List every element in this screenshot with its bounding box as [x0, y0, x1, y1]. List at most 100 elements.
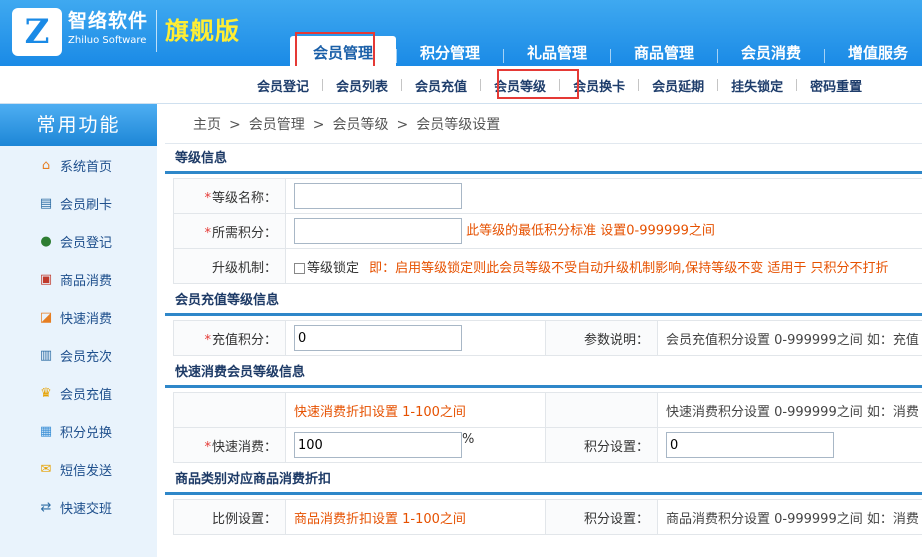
main-nav-value-added[interactable]: 增值服务	[825, 36, 922, 66]
sidebar-item-sms-send[interactable]: ✉ 短信发送	[0, 450, 157, 488]
chart-icon: ◪	[39, 309, 53, 325]
recharge-points-cell	[285, 320, 546, 356]
ratio-setting-label: 比例设置：	[173, 499, 286, 535]
category-discount-hint: 商品消费折扣设置 1-100之间	[285, 499, 546, 535]
empty-cell	[173, 392, 286, 428]
quick-discount-hint: 快速消费折扣设置 1-100之间	[285, 392, 546, 428]
quick-points-label: 积分设置：	[545, 427, 658, 463]
user-switch-icon: ⇄	[40, 499, 52, 515]
breadcrumb-member-level[interactable]: 会员等级	[332, 117, 388, 133]
sidebar-item-label: 会员充次	[60, 349, 113, 365]
main-content: 主页 > 会员管理 > 会员等级 > 会员等级设置 等级信息 *等级名称： *所需积分： 此…	[165, 104, 922, 557]
sidebar-item-quick-shift[interactable]: ⇄ 快速交班	[0, 488, 157, 526]
sidebar-title: 常用功能	[0, 104, 157, 146]
recharge-points-input[interactable]	[294, 325, 462, 351]
sub-nav-member-list[interactable]: 会员列表	[323, 76, 401, 95]
sub-nav-password-reset[interactable]: 密码重置	[797, 76, 875, 95]
sub-nav-member-extend[interactable]: 会员延期	[639, 76, 717, 95]
cart-plus-icon: ▥	[39, 347, 53, 363]
breadcrumb-member-management[interactable]: 会员管理	[249, 117, 305, 133]
envelope-icon: ✉	[40, 461, 52, 477]
sidebar: 常用功能 ⌂ 系统首页 ▤ 会员刷卡 ● 会员登记 ▣ 商品消费 ◪ 快速消费 …	[0, 104, 157, 557]
level-lock-hint: 即：启用等级锁定则此会员等级不受自动升级机制影响,保持等级不变 适用于 只积分不…	[369, 260, 889, 276]
required-points-input[interactable]	[294, 218, 462, 244]
sub-nav-loss-lock[interactable]: 挂失锁定	[718, 76, 796, 95]
level-name-input[interactable]	[294, 183, 462, 209]
logo-mark-icon: Z	[12, 8, 62, 56]
sidebar-item-points-exchange[interactable]: ▦ 积分兑换	[0, 412, 157, 450]
quick-points-cell	[657, 427, 922, 463]
form-row: *充值积分： 参数说明： 会员充值积分设置 0-999999之间 如：充值	[173, 320, 922, 356]
sidebar-item-label: 商品消费	[60, 273, 113, 289]
sidebar-item-member-register[interactable]: ● 会员登记	[0, 222, 157, 260]
cart-icon: ▣	[39, 271, 53, 287]
form-row: 比例设置： 商品消费折扣设置 1-100之间 积分设置： 商品消费积分设置 0-…	[173, 499, 922, 535]
section-title-level-info: 等级信息	[165, 144, 922, 174]
crown-icon: ♛	[40, 385, 52, 401]
highlight-box-sub-nav	[497, 69, 579, 99]
level-info-table: *等级名称： *所需积分： 此等级的最低积分标准 设置0-999999之间 升级…	[173, 178, 922, 284]
level-name-label: *等级名称：	[173, 178, 286, 214]
main-nav-gift-management[interactable]: 礼品管理	[504, 36, 610, 66]
sidebar-item-label: 短信发送	[60, 463, 113, 479]
required-points-hint: 此等级的最低积分标准 设置0-999999之间	[466, 223, 715, 239]
level-lock-checkbox[interactable]	[294, 262, 305, 274]
sub-nav-member-register[interactable]: 会员登记	[244, 76, 322, 95]
quick-points-input[interactable]	[666, 432, 834, 458]
form-row: 升级机制： 等级锁定 即：启用等级锁定则此会员等级不受自动升级机制影响,保持等级…	[173, 248, 922, 284]
logo-divider	[156, 10, 158, 52]
main-nav-goods-management[interactable]: 商品管理	[611, 36, 717, 66]
sidebar-item-label: 快速消费	[60, 311, 113, 327]
sub-nav: 会员登记 会员列表 会员充值 会员等级 会员换卡 会员延期 挂失锁定 密码重置	[0, 66, 922, 104]
recharge-points-label: *充值积分：	[173, 320, 286, 356]
app-header: Z 智络软件 Zhiluo Software 旗舰版 会员管理 积分管理 礼品管…	[0, 0, 922, 66]
empty-cell	[545, 392, 658, 428]
sidebar-item-label: 会员登记	[60, 235, 113, 251]
required-points-label: *所需积分：	[173, 213, 286, 249]
sidebar-item-home[interactable]: ⌂ 系统首页	[0, 146, 157, 184]
breadcrumb: 主页 > 会员管理 > 会员等级 > 会员等级设置	[165, 104, 922, 144]
quick-consume-input[interactable]	[294, 432, 462, 458]
edition-label: 旗舰版	[165, 17, 241, 45]
sidebar-item-member-times[interactable]: ▥ 会员充次	[0, 336, 157, 374]
quick-consume-table: 快速消费折扣设置 1-100之间 快速消费积分设置 0-999999之间 如：消…	[173, 392, 922, 463]
sidebar-item-card-swipe[interactable]: ▤ 会员刷卡	[0, 184, 157, 222]
sidebar-item-quick-consume[interactable]: ◪ 快速消费	[0, 298, 157, 336]
logo-company-name-en: Zhiluo Software	[68, 35, 147, 46]
category-points-note: 商品消费积分设置 0-999999之间 如：消费	[657, 499, 922, 535]
main-nav-member-consumption[interactable]: 会员消费	[718, 36, 824, 66]
level-name-cell	[285, 178, 922, 214]
form-row: 快速消费折扣设置 1-100之间 快速消费积分设置 0-999999之间 如：消…	[173, 392, 922, 428]
quick-consume-cell: %	[285, 427, 546, 463]
main-nav-points-management[interactable]: 积分管理	[397, 36, 503, 66]
section-title-quick-consume: 快速消费会员等级信息	[165, 358, 922, 388]
level-lock-label[interactable]: 等级锁定	[307, 261, 359, 276]
sidebar-item-label: 会员充值	[60, 387, 113, 403]
section-title-category-discount: 商品类别对应商品消费折扣	[165, 465, 922, 495]
required-points-cell: 此等级的最低积分标准 设置0-999999之间	[285, 213, 922, 249]
logo-company-name: 智络软件	[68, 10, 149, 32]
breadcrumb-separator: >	[229, 117, 241, 133]
breadcrumb-home[interactable]: 主页	[193, 117, 221, 133]
sidebar-item-member-recharge[interactable]: ♛ 会员充值	[0, 374, 157, 412]
upgrade-mechanism-label: 升级机制：	[173, 248, 286, 284]
home-icon: ⌂	[41, 157, 51, 173]
form-row: *快速消费： % 积分设置：	[173, 427, 922, 463]
main-nav: 会员管理 积分管理 礼品管理 商品管理 会员消费 增值服务	[290, 36, 922, 66]
gift-icon: ▦	[39, 423, 53, 439]
breadcrumb-separator: >	[312, 117, 325, 133]
section-title-recharge: 会员充值等级信息	[165, 286, 922, 316]
param-desc-note: 会员充值积分设置 0-999999之间 如：充值	[657, 320, 922, 356]
breadcrumb-current: 会员等级设置	[416, 117, 501, 133]
sub-nav-member-recharge[interactable]: 会员充值	[402, 76, 480, 95]
form-row: *等级名称：	[173, 178, 922, 214]
quick-points-note: 快速消费积分设置 0-999999之间 如：消费	[657, 392, 922, 428]
param-desc-label: 参数说明：	[545, 320, 658, 356]
logo: Z 智络软件 Zhiluo Software 旗舰版	[12, 8, 240, 56]
card-user-icon: ▤	[39, 195, 53, 211]
form-row: *所需积分： 此等级的最低积分标准 设置0-999999之间	[173, 213, 922, 249]
recharge-table: *充值积分： 参数说明： 会员充值积分设置 0-999999之间 如：充值	[173, 320, 922, 356]
sidebar-item-label: 快速交班	[60, 501, 113, 517]
percent-sign: %	[462, 432, 475, 447]
sidebar-item-goods-consume[interactable]: ▣ 商品消费	[0, 260, 157, 298]
